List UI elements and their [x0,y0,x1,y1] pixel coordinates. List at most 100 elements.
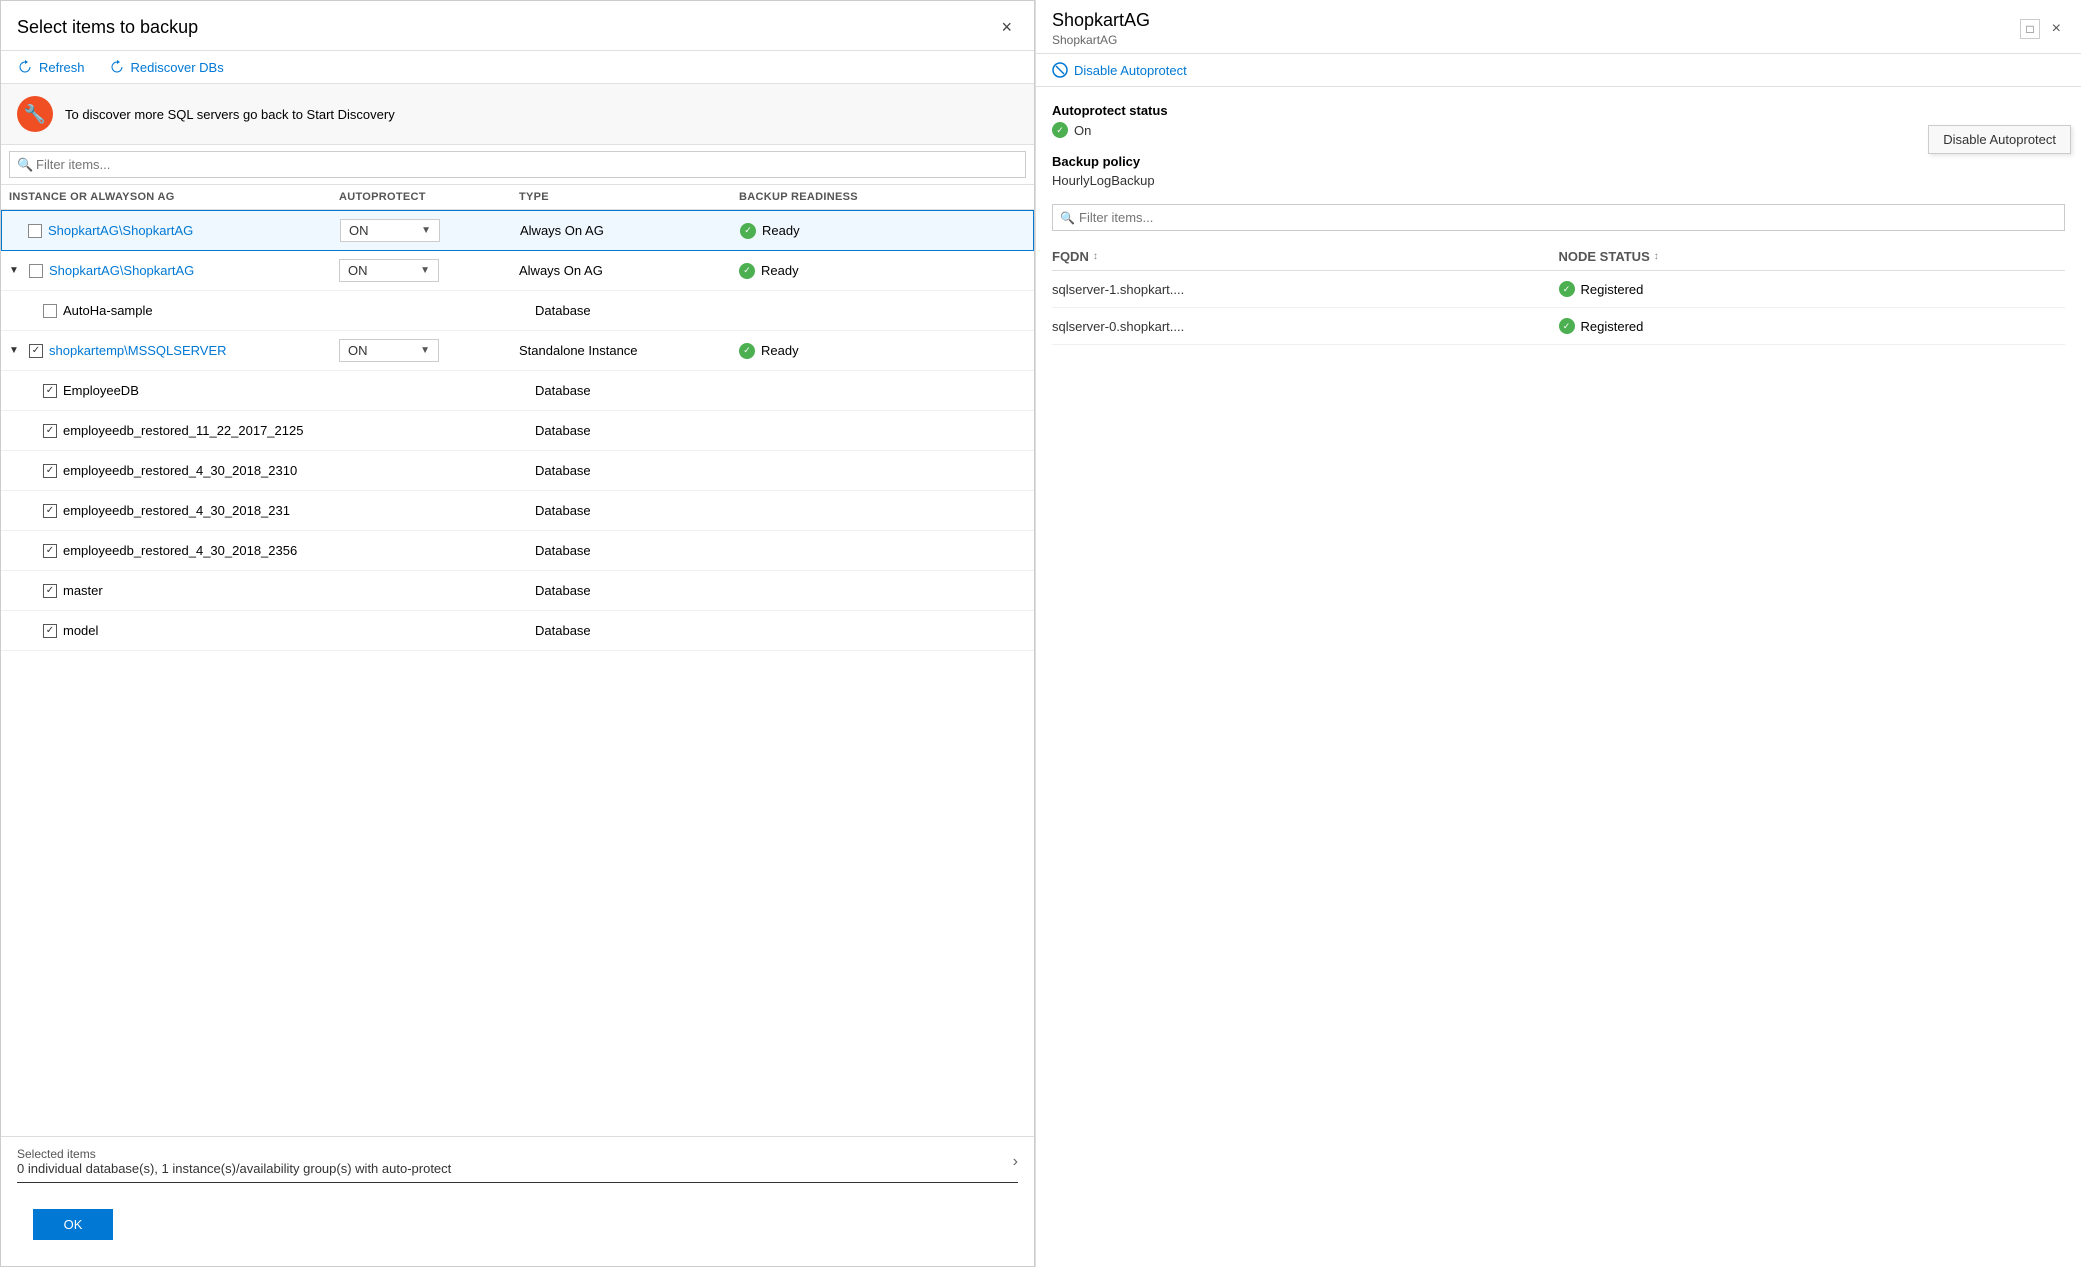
node-status-text-2: Registered [1581,319,1644,334]
row2-instance-link[interactable]: ShopkartAG\ShopkartAG [49,263,194,278]
rediscover-button[interactable]: Rediscover DBs [109,59,224,75]
row1-instance-link[interactable]: ShopkartAG\ShopkartAG [48,223,193,238]
fqdn-sort-icon[interactable]: ↕ [1093,251,1098,262]
right-filter-input[interactable] [1052,204,2065,231]
col-header-instance: INSTANCE OR ALWAYSON AG [9,191,339,203]
row4-instance-link[interactable]: shopkartemp\MSSQLSERVER [49,343,227,358]
row2-readiness-text: Ready [761,263,799,278]
row2-checkbox[interactable] [29,264,43,278]
refresh-icon [17,59,33,75]
filter-input[interactable] [9,151,1026,178]
collapse-icon[interactable]: ▼ [9,265,21,277]
instance-cell: employeedb_restored_11_22_2017_2125 [25,423,355,438]
col-header-type: TYPE [519,191,739,203]
divider [17,1182,1018,1183]
row4-autoprotect: ON ▼ [339,339,519,362]
table-row: employeedb_restored_4_30_2018_231 Databa… [1,491,1034,531]
row4-checkbox[interactable] [29,344,43,358]
row8-instance-name: employeedb_restored_4_30_2018_231 [63,503,290,518]
row9-instance-name: employeedb_restored_4_30_2018_2356 [63,543,297,558]
maximize-button[interactable]: □ [2020,19,2039,39]
table-row: EmployeeDB Database [1,371,1034,411]
row2-autoprotect-dropdown[interactable]: ON ▼ [339,259,439,282]
close-button[interactable]: × [995,15,1018,40]
table-row: ShopkartAG\ShopkartAG ON ▼ Always On AG … [1,210,1034,251]
right-title-section: ShopkartAG ShopkartAG [1052,10,1150,47]
row9-checkbox[interactable] [43,544,57,558]
collapse-icon[interactable]: ▼ [9,345,21,357]
right-panel-title: ShopkartAG [1052,10,1150,31]
table-row: employeedb_restored_4_30_2018_2310 Datab… [1,451,1034,491]
col-header-autoprotect: AUTOPROTECT [339,191,519,203]
row6-type: Database [535,423,755,438]
table-body: ShopkartAG\ShopkartAG ON ▼ Always On AG … [1,210,1034,1136]
disable-autoprotect-label: Disable Autoprotect [1074,63,1187,78]
rediscover-icon [109,59,125,75]
instance-cell: employeedb_restored_4_30_2018_231 [25,503,355,518]
instance-cell: model [25,623,355,638]
right-close-button[interactable]: × [2048,18,2065,40]
row2-readiness: Ready [739,263,989,279]
dropdown-chevron-icon: ▼ [420,345,430,356]
autoprotect-status: On [1052,122,2065,138]
node-row: sqlserver-0.shopkart.... Registered [1052,308,2065,345]
row1-readiness: Ready [740,223,990,239]
right-header-icons: □ × [2020,18,2065,40]
row11-checkbox[interactable] [43,624,57,638]
refresh-button[interactable]: Refresh [17,59,85,75]
row5-instance-name: EmployeeDB [63,383,139,398]
refresh-label: Refresh [39,60,85,75]
row6-instance-name: employeedb_restored_11_22_2017_2125 [63,423,303,438]
backup-policy-label: Backup policy [1052,154,2065,169]
ok-button[interactable]: OK [33,1209,113,1240]
panel-header: Select items to backup × [1,1,1034,51]
row1-type: Always On AG [520,223,740,238]
row1-checkbox[interactable] [28,224,42,238]
row1-autoprotect-dropdown[interactable]: ON ▼ [340,219,440,242]
backup-policy-value: HourlyLogBackup [1052,173,2065,188]
rediscover-label: Rediscover DBs [131,60,224,75]
node-fqdn-2: sqlserver-0.shopkart.... [1052,319,1559,334]
backup-policy-section: Backup policy HourlyLogBackup [1052,154,2065,188]
disable-autoprotect-button[interactable]: Disable Autoprotect [1052,62,1187,78]
dropdown-chevron-icon: ▼ [420,265,430,276]
row1-autoprotect: ON ▼ [340,219,520,242]
filter-search-icon: 🔍 [17,157,33,173]
row8-type: Database [535,503,755,518]
status-sort-icon[interactable]: ↕ [1654,251,1659,262]
row4-autoprotect-dropdown[interactable]: ON ▼ [339,339,439,362]
row11-instance-name: model [63,623,98,638]
row10-checkbox[interactable] [43,584,57,598]
row7-checkbox[interactable] [43,464,57,478]
instance-cell: ▼ ShopkartAG\ShopkartAG [9,263,339,278]
table-row: AutoHa-sample Database [1,291,1034,331]
row6-checkbox[interactable] [43,424,57,438]
footer-arrow-icon[interactable]: › [1013,1153,1018,1171]
footer-bar: Selected items 0 individual database(s),… [1,1136,1034,1199]
row3-checkbox[interactable] [43,304,57,318]
node-col-status: NODE STATUS ↕ [1559,249,2066,264]
autoprotect-label: Autoprotect status [1052,103,2065,118]
instance-cell: employeedb_restored_4_30_2018_2356 [25,543,355,558]
right-panel: ShopkartAG ShopkartAG □ × Disable Autopr… [1035,0,2081,1267]
info-icon: 🔧 [17,96,53,132]
autoprotect-value: On [1074,123,1091,138]
row5-checkbox[interactable] [43,384,57,398]
right-filter: 🔍 [1052,204,2065,231]
instance-cell: AutoHa-sample [25,303,355,318]
col-header-readiness: BACKUP READINESS [739,191,989,203]
footer-selected: Selected items 0 individual database(s),… [17,1147,1018,1176]
info-bar: 🔧 To discover more SQL servers go back t… [1,84,1034,145]
instance-cell: master [25,583,355,598]
row8-checkbox[interactable] [43,504,57,518]
row2-autoprotect: ON ▼ [339,259,519,282]
row4-readiness: Ready [739,343,989,359]
right-toolbar: Disable Autoprotect [1036,54,2081,87]
tooltip-text: Disable Autoprotect [1943,132,2056,147]
row7-instance-name: employeedb_restored_4_30_2018_2310 [63,463,297,478]
footer-content: Selected items 0 individual database(s),… [17,1147,451,1176]
disable-icon [1052,62,1068,78]
table-row: master Database [1,571,1034,611]
toolbar: Refresh Rediscover DBs [1,51,1034,84]
row7-type: Database [535,463,755,478]
